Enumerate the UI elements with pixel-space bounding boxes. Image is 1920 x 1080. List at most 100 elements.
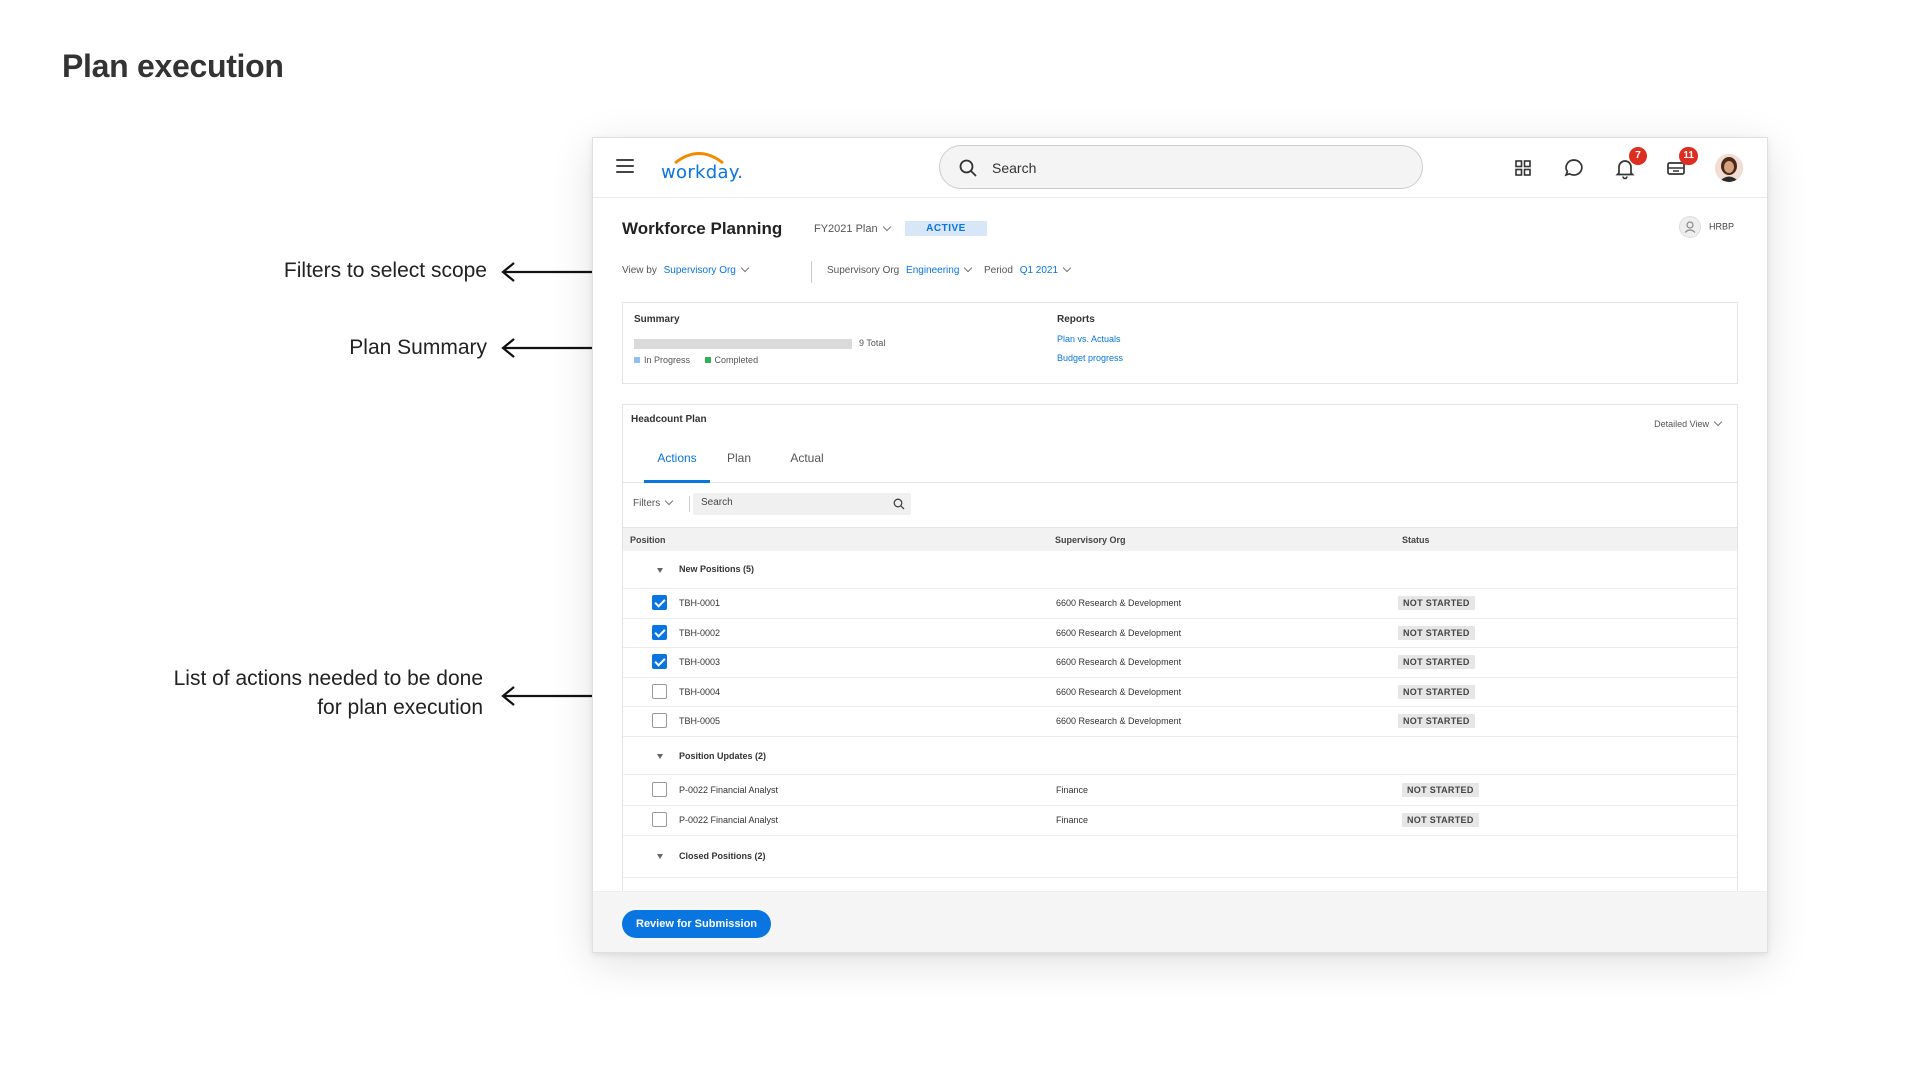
table-row[interactable]: P-0022 Financial Analyst Finance NOT STA… <box>623 775 1737 806</box>
role-indicator[interactable]: HRBP <box>1679 216 1734 238</box>
supervisory-org-filter[interactable]: Supervisory Org Engineering <box>827 263 973 276</box>
group-row-closed-positions[interactable]: Closed Positions (2) <box>623 836 1737 878</box>
position-cell: P-0022 Financial Analyst <box>679 785 779 795</box>
legend-completed: Completed <box>714 355 759 365</box>
status-badge: NOT STARTED <box>1398 626 1475 640</box>
annotation-summary-text: Plan Summary <box>349 336 487 359</box>
table-row[interactable]: TBH-0003 6600 Research & Development NOT… <box>623 648 1737 678</box>
user-avatar[interactable] <box>1715 154 1743 182</box>
org-filter-value: Engineering <box>906 265 960 276</box>
action-footer: Review for Submission <box>593 891 1767 952</box>
global-search-input[interactable] <box>992 157 1392 179</box>
plan-selector-label: FY2021 Plan <box>814 223 878 235</box>
row-checkbox[interactable] <box>652 782 667 797</box>
progress-total: 9 Total <box>859 338 886 348</box>
position-cell: P-0022 Financial Analyst <box>679 815 779 825</box>
table-row[interactable]: TBH-0002 6600 Research & Development NOT… <box>623 619 1737 648</box>
page-title: Workforce Planning <box>622 219 783 238</box>
position-cell: TBH-0003 <box>679 657 721 667</box>
view-selector-label: Detailed View <box>1654 419 1709 429</box>
org-cell: 6600 Research & Development <box>1056 687 1182 697</box>
status-badge: NOT STARTED <box>1402 813 1479 827</box>
table-search[interactable] <box>693 493 911 515</box>
row-checkbox[interactable] <box>652 812 667 827</box>
progress-bar <box>634 339 852 349</box>
table-row[interactable]: P-0022 Financial Analyst Finance NOT STA… <box>623 806 1737 836</box>
org-cell: 6600 Research & Development <box>1056 657 1182 667</box>
headcount-plan-panel: Headcount Plan Detailed View Actions Pla… <box>622 404 1738 952</box>
row-checkbox[interactable] <box>652 713 667 728</box>
tab-actual[interactable]: Actual <box>783 451 831 483</box>
table-toolbar: Filters <box>623 484 1737 524</box>
inbox-badge: 11 <box>1679 147 1698 165</box>
status-badge: NOT STARTED <box>1402 783 1479 797</box>
headcount-tabs: Actions Plan Actual <box>623 441 1737 483</box>
annotation-actions-line-2: for plan execution <box>317 696 483 719</box>
chevron-down-icon <box>1713 417 1723 427</box>
caret-down-icon <box>657 854 663 859</box>
group-label: New Positions (5) <box>679 564 755 574</box>
table-row[interactable]: TBH-0001 6600 Research & Development NOT… <box>623 589 1737 619</box>
status-badge: NOT STARTED <box>1398 714 1475 728</box>
report-link-budget-progress[interactable]: Budget progress <box>1057 353 1123 363</box>
group-label: Position Updates (2) <box>679 751 767 761</box>
position-cell: TBH-0002 <box>679 628 721 638</box>
period-filter-value: Q1 2021 <box>1019 265 1059 276</box>
annotation-filters-text: Filters to select scope <box>283 259 487 282</box>
scope-filters: View by Supervisory Org Supervisory Org … <box>622 261 1142 287</box>
column-header-status[interactable]: Status <box>1402 535 1430 545</box>
table-header: Position Supervisory Org Status <box>623 527 1737 551</box>
slide-title: Plan execution <box>62 48 284 84</box>
view-by-value: Supervisory Org <box>663 265 736 276</box>
period-filter[interactable]: Period Q1 2021 <box>984 263 1072 276</box>
period-filter-label: Period <box>984 265 1013 276</box>
reports-title: Reports <box>1057 314 1095 325</box>
top-bar: workday. Search 7 11 <box>593 138 1767 198</box>
app-window: workday. Search 7 11 Workforce Planning … <box>592 137 1768 953</box>
plan-selector[interactable]: FY2021 Plan <box>814 222 891 235</box>
notifications-bell-icon[interactable]: 7 <box>1613 147 1647 180</box>
chevron-down-icon <box>1062 263 1072 273</box>
annotation-actions-line-1: List of actions needed to be done <box>173 667 483 690</box>
review-for-submission-button[interactable]: Review for Submission <box>622 910 772 938</box>
completed-swatch <box>704 356 711 363</box>
group-row-position-updates[interactable]: Position Updates (2) <box>623 737 1737 775</box>
view-by-filter[interactable]: View by Supervisory Org <box>622 263 750 276</box>
table-row[interactable]: TBH-0004 6600 Research & Development NOT… <box>623 678 1737 707</box>
table-search-input[interactable] <box>701 497 881 508</box>
report-link-plan-vs-actuals[interactable]: Plan vs. Actuals <box>1057 334 1121 344</box>
view-selector[interactable]: Detailed View <box>1654 417 1723 429</box>
chat-icon[interactable] <box>1562 156 1586 180</box>
toolbar-divider <box>689 496 690 512</box>
notifications-badge: 7 <box>1629 147 1647 165</box>
annotation-summary: Plan Summary <box>349 333 487 362</box>
tab-plan[interactable]: Plan <box>719 451 759 483</box>
row-checkbox[interactable] <box>652 684 667 699</box>
apps-grid-icon[interactable] <box>1511 156 1535 180</box>
global-search[interactable] <box>939 145 1423 189</box>
tab-actions[interactable]: Actions <box>644 451 710 483</box>
annotation-actions: List of actions needed to be done for pl… <box>174 664 483 722</box>
column-header-position[interactable]: Position <box>630 535 666 545</box>
group-row-new-positions[interactable]: New Positions (5) <box>623 551 1737 589</box>
status-badge: NOT STARTED <box>1398 685 1475 699</box>
chevron-down-icon <box>740 263 750 273</box>
table-filters-button[interactable]: Filters <box>633 496 674 509</box>
workday-logo[interactable]: workday. <box>661 150 743 186</box>
inbox-icon[interactable]: 11 <box>1664 147 1698 180</box>
avatar-image-icon <box>1715 154 1743 182</box>
menu-icon[interactable] <box>616 159 634 173</box>
search-icon[interactable] <box>893 498 905 510</box>
chevron-down-icon <box>664 496 674 506</box>
chevron-down-icon <box>964 263 973 273</box>
row-checkbox[interactable] <box>652 595 667 610</box>
org-cell: Finance <box>1056 785 1089 795</box>
row-checkbox[interactable] <box>652 654 667 669</box>
row-checkbox[interactable] <box>652 625 667 640</box>
position-cell: TBH-0005 <box>679 716 721 726</box>
in-progress-swatch <box>634 356 640 363</box>
column-header-supervisory-org[interactable]: Supervisory Org <box>1055 535 1126 545</box>
table-row[interactable]: TBH-0005 6600 Research & Development NOT… <box>623 707 1737 737</box>
status-badge: NOT STARTED <box>1398 596 1475 610</box>
role-label: HRBP <box>1709 221 1735 232</box>
